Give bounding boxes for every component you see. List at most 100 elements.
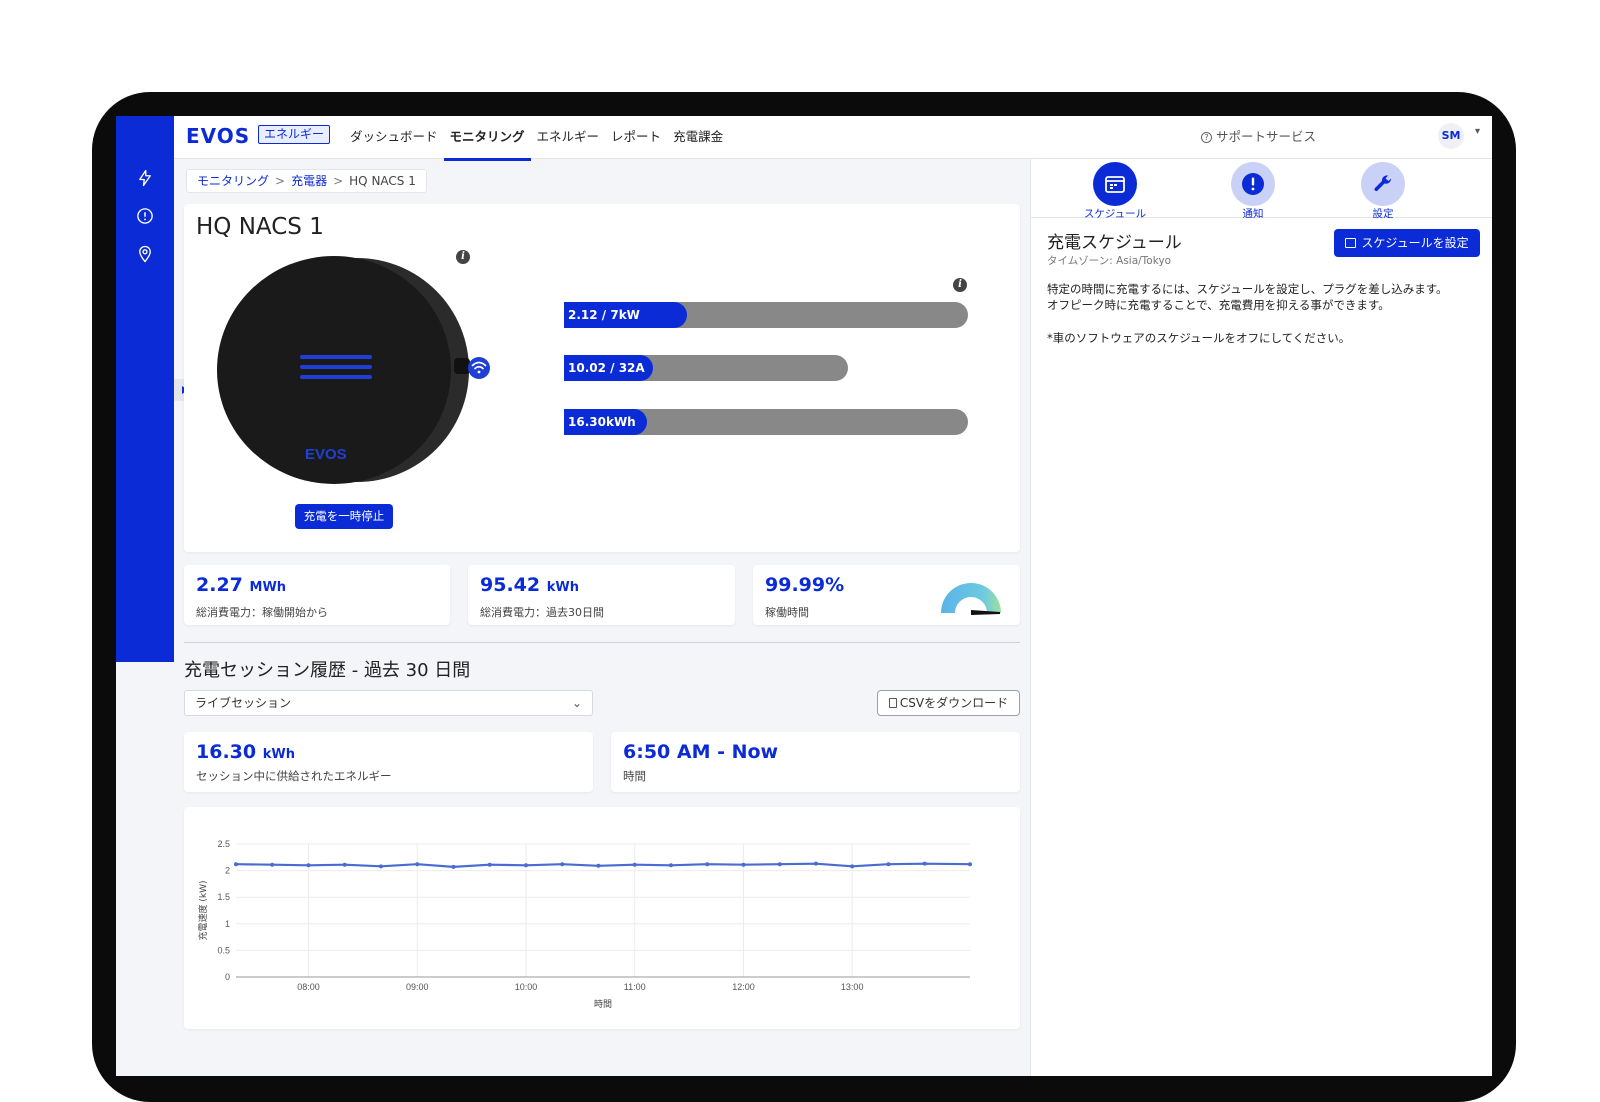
tab-schedule[interactable]: スケジュール <box>1070 162 1160 221</box>
lightning-icon[interactable] <box>133 166 157 190</box>
x-tick-label: 08:00 <box>297 982 320 992</box>
stat-label: 総消費電力：過去30日間 <box>480 606 604 619</box>
current-meter: 10.02 / 32A <box>564 355 848 381</box>
section-divider <box>184 642 1020 643</box>
location-pin-icon[interactable] <box>133 242 157 266</box>
data-point <box>968 862 972 867</box>
support-link[interactable]: ? サポートサービス <box>1201 126 1316 145</box>
stat-card-lifetime: 2.27 MWh 総消費電力：稼働開始から <box>184 565 450 625</box>
stat-card-uptime: 99.99% 稼働時間 <box>753 565 1020 625</box>
top-navigation-bar: EVOS エネルギー ダッシュボード モニタリング エネルギー レポート 充電課… <box>174 116 1492 161</box>
data-point <box>705 862 710 867</box>
csv-download-button[interactable]: CSVをダウンロード <box>877 690 1020 716</box>
charging-rate-chart: 0 0.5 1 1.5 2 2.5 08:00 09:00 10:00 11:00 12:00 13:… <box>197 839 972 1010</box>
data-point <box>451 864 456 869</box>
history-title: 充電セッション履歴 - 過去 30 日間 <box>184 660 471 681</box>
session-energy-value: 16.30 kWh <box>196 741 295 763</box>
session-select-value: ライブセッション <box>195 696 292 710</box>
calendar-icon <box>1093 162 1137 206</box>
schedule-panel: スケジュール 通知 設定 充電スケジュール タイムゾーン: Asia/Tokyo… <box>1030 159 1492 1076</box>
support-label: サポートサービス <box>1215 129 1316 144</box>
data-point <box>632 862 637 867</box>
energy-meter: 16.30kWh <box>564 409 968 435</box>
schedule-description: 特定の時間に充電するには、スケジュールを設定し、プラグを差し込みます。オフピーク… <box>1047 282 1448 312</box>
charging-rate-chart-card: 0 0.5 1 1.5 2 2.5 08:00 09:00 10:00 11:00 12:00 13:… <box>184 807 1020 1029</box>
session-select[interactable]: ライブセッション ⌄ <box>184 690 593 716</box>
y-tick-label: 0 <box>225 972 230 982</box>
help-icon: ? <box>1201 132 1212 143</box>
power-meter-fill: 2.12 / 7kW <box>564 302 687 328</box>
wrench-icon <box>1361 162 1405 206</box>
data-point <box>270 862 275 867</box>
alert-circle-icon[interactable] <box>133 204 157 228</box>
x-tick-label: 10:00 <box>515 982 538 992</box>
data-point <box>668 863 673 868</box>
tab-settings-label: 設定 <box>1372 208 1394 220</box>
pause-charging-button[interactable]: 充電を一時停止 <box>295 504 393 529</box>
data-point <box>886 862 891 867</box>
data-point <box>560 862 565 867</box>
y-axis-label: 充電速度 (kW) <box>197 881 209 941</box>
stat-label: 総消費電力：稼働開始から <box>196 606 328 619</box>
main-nav: ダッシュボード モニタリング エネルギー レポート 充電課金 <box>344 116 729 161</box>
nav-item-reports[interactable]: レポート <box>605 116 667 159</box>
schedule-note: *車のソフトウェアのスケジュールをオフにしてください。 <box>1047 331 1351 345</box>
x-tick-label: 12:00 <box>732 982 755 992</box>
main-content: モニタリング > 充電器 > HQ NACS 1 HQ NACS 1 i EVO… <box>174 159 1030 1076</box>
tab-notifications-label: 通知 <box>1242 208 1264 220</box>
data-point <box>487 862 492 867</box>
data-point <box>523 863 528 868</box>
stat-value: 2.27 MWh <box>196 574 287 596</box>
panel-tabs: スケジュール 通知 設定 <box>1031 159 1492 221</box>
nav-item-monitoring[interactable]: モニタリング <box>443 116 531 161</box>
x-tick-label: 13:00 <box>841 982 864 992</box>
calendar-icon <box>1345 238 1357 248</box>
stat-value: 95.42 kWh <box>480 574 579 596</box>
user-avatar[interactable]: SM <box>1438 123 1464 149</box>
session-time-value: 6:50 AM - Now <box>623 741 779 763</box>
stat-value: 99.99% <box>765 574 845 596</box>
data-point <box>342 862 347 867</box>
data-point <box>850 864 855 869</box>
set-schedule-button[interactable]: スケジュールを設定 <box>1334 229 1480 257</box>
app-screen: EVOS エネルギー ダッシュボード モニタリング エネルギー レポート 充電課… <box>116 116 1492 1076</box>
y-tick-label: 0.5 <box>217 945 230 955</box>
charger-image: EVOS <box>217 256 490 484</box>
x-tick-label: 11:00 <box>624 982 646 992</box>
chevron-down-icon: ⌄ <box>571 696 582 710</box>
data-point <box>415 862 420 867</box>
charger-card: HQ NACS 1 i EVOS 充電を一時停止 i 2.12 / 7kW 10… <box>184 204 1020 552</box>
nav-item-dashboard[interactable]: ダッシュボード <box>344 116 444 159</box>
y-tick-label: 1 <box>225 919 230 929</box>
x-axis-label: 時間 <box>594 999 612 1010</box>
nav-item-billing[interactable]: 充電課金 <box>667 116 729 159</box>
data-point <box>813 861 818 866</box>
data-point <box>922 861 927 866</box>
data-point <box>777 862 782 867</box>
session-energy-label: セッション中に供給されたエネルギー <box>196 769 392 783</box>
tab-settings[interactable]: 設定 <box>1338 162 1428 221</box>
file-icon <box>888 698 897 708</box>
chevron-down-icon[interactable]: ▾ <box>1475 126 1480 137</box>
timezone-label: タイムゾーン: Asia/Tokyo <box>1047 255 1172 267</box>
breadcrumb-monitoring[interactable]: モニタリング <box>197 170 269 192</box>
breadcrumb-current: HQ NACS 1 <box>349 174 416 188</box>
brand-logo[interactable]: EVOS <box>186 124 250 148</box>
y-tick-label: 2.5 <box>217 839 230 849</box>
sidebar <box>116 116 174 662</box>
info-icon[interactable]: i <box>953 278 967 292</box>
x-tick-label: 09:00 <box>406 982 429 992</box>
breadcrumb: モニタリング > 充電器 > HQ NACS 1 <box>186 169 427 193</box>
nav-item-energy[interactable]: エネルギー <box>531 116 606 159</box>
tab-notifications[interactable]: 通知 <box>1208 162 1298 221</box>
data-point <box>378 864 383 869</box>
current-meter-fill: 10.02 / 32A <box>564 355 653 381</box>
data-point <box>596 863 601 868</box>
data-point <box>306 863 311 868</box>
energy-meter-fill: 16.30kWh <box>564 409 647 435</box>
breadcrumb-chargers[interactable]: 充電器 <box>291 170 327 192</box>
schedule-title: 充電スケジュール <box>1047 233 1182 253</box>
stat-card-30days: 95.42 kWh 総消費電力：過去30日間 <box>468 565 735 625</box>
charger-logo-text: EVOS <box>305 446 347 463</box>
brand-tag: エネルギー <box>258 125 331 144</box>
